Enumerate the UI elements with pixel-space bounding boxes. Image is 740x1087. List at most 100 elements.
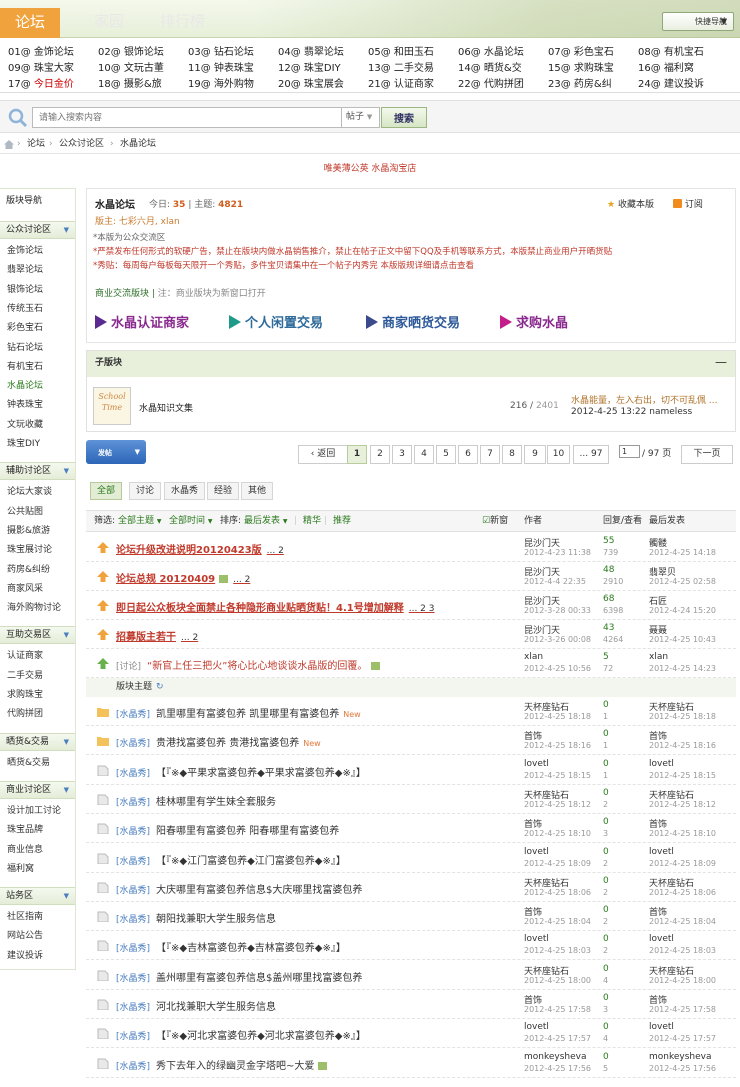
thread-title[interactable]: 论坛总规 20120409 ... 2 <box>116 570 250 585</box>
new-post-button[interactable]: 发帖 ▼ <box>86 440 146 464</box>
type-tab[interactable]: 水晶秀 <box>164 482 206 500</box>
thread-replies[interactable]: 48 <box>603 565 614 575</box>
recommend-filter[interactable]: 推荐 <box>333 511 351 531</box>
thread-replies[interactable]: 0 <box>603 729 609 739</box>
thread-author[interactable]: lovetl <box>524 847 549 857</box>
refresh-icon[interactable]: ↻ <box>156 682 164 692</box>
thread-title[interactable]: [水晶秀] 阳春哪里有富婆包养 阳春哪里有富婆包养 <box>116 822 339 837</box>
sidebar-item[interactable]: 金饰论坛 <box>7 243 43 256</box>
thread-author[interactable]: monkeysheva <box>524 1052 587 1062</box>
sidebar-item[interactable]: 摄影&旅游 <box>7 523 50 536</box>
forum-link[interactable]: 02@ 银饰论坛 <box>98 43 164 58</box>
thread-author[interactable]: lovetl <box>524 759 549 769</box>
sidebar-group-2[interactable]: 互助交易区 ▼ <box>0 626 75 645</box>
page-3[interactable]: 3 <box>392 445 412 464</box>
breadcrumb-forum[interactable]: 论坛 <box>27 136 45 153</box>
thread-replies[interactable]: 0 <box>603 1022 609 1032</box>
breadcrumb-public[interactable]: 公众讨论区 <box>59 136 104 153</box>
thread-title[interactable]: [水晶秀] 【『※◆江门富婆包养◆江门富婆包养◆※』】 <box>116 852 346 867</box>
page-1[interactable]: 1 <box>347 445 367 464</box>
sidebar-item[interactable]: 社区指南 <box>7 909 43 922</box>
filter-all-time[interactable]: 全部时间 ▼ <box>169 511 213 532</box>
forum-link[interactable]: 05@ 和田玉石 <box>368 43 434 58</box>
forum-link[interactable]: 14@ 晒货&交 <box>458 59 522 74</box>
page-9[interactable]: 9 <box>524 445 546 464</box>
tab-home[interactable]: 家园 <box>80 6 138 36</box>
forum-link[interactable]: 09@ 珠宝大家 <box>8 59 74 74</box>
sidebar-group-4[interactable]: 商业讨论区 ▼ <box>0 780 75 799</box>
sidebar-item[interactable]: 设计加工讨论 <box>7 803 61 816</box>
thread-replies[interactable]: 0 <box>603 817 609 827</box>
sidebar-item[interactable]: 福利窝 <box>7 861 34 874</box>
thread-replies[interactable]: 0 <box>603 934 609 944</box>
forum-link[interactable]: 20@ 珠宝展会 <box>278 75 344 90</box>
thread-pages[interactable]: ... 2 <box>233 575 250 585</box>
forum-link[interactable]: 08@ 有机宝石 <box>638 43 704 58</box>
merchant-show-link[interactable]: 商家晒货交易 <box>366 312 460 331</box>
thread-title[interactable]: [水晶秀] 盖州哪里有富婆包养信息$盖州哪里找富婆包养 <box>116 969 362 984</box>
forum-link[interactable]: 21@ 认证商家 <box>368 75 434 90</box>
thread-replies[interactable]: 0 <box>603 759 609 769</box>
sidebar-item[interactable]: 网站公告 <box>7 928 43 941</box>
type-tab[interactable]: 其他 <box>241 482 274 500</box>
sidebar-item[interactable]: 有机宝石 <box>7 359 43 372</box>
forum-link[interactable]: 15@ 求购珠宝 <box>548 59 614 74</box>
search-type-select[interactable]: 帖子 ▼ <box>342 107 380 128</box>
forum-link[interactable]: 12@ 珠宝DIY <box>278 59 341 74</box>
wanted-crystal-link[interactable]: 求购水晶 <box>500 312 568 331</box>
thread-title[interactable]: 即日起公众板块全面禁止各种隐形商业贴晒货贴！4.1号增加解释 ... 2 3 <box>116 599 434 614</box>
thread-title[interactable]: [水晶秀] 贵港找富婆包养 贵港找富婆包养 New <box>116 734 321 749</box>
thread-author[interactable]: lovetl <box>524 1022 549 1032</box>
thread-replies[interactable]: 68 <box>603 594 614 604</box>
forum-link[interactable]: 07@ 彩色宝石 <box>548 43 614 58</box>
sort-select[interactable]: 最后发表 ▼ <box>244 511 288 532</box>
thread-title[interactable]: [水晶秀] 桂林哪里有学生妹全套服务 <box>116 793 276 808</box>
collapse-icon[interactable]: — <box>715 350 727 374</box>
thread-replies[interactable]: 0 <box>603 876 609 886</box>
type-tab[interactable]: 经验 <box>207 482 240 500</box>
thread-title[interactable]: [水晶秀] 朝阳找兼职大学生服务信息 <box>116 910 276 925</box>
search-input[interactable] <box>32 107 342 128</box>
home-icon[interactable] <box>4 140 14 149</box>
sidebar-item[interactable]: 商家风采 <box>7 581 43 594</box>
sidebar-item[interactable]: 认证商家 <box>7 648 43 661</box>
forum-link-gold-price[interactable]: 17@ 今日金价 <box>8 75 74 90</box>
new-window-toggle[interactable]: ☑新窗 <box>482 511 508 531</box>
thread-title[interactable]: [水晶秀] 【『※◆平果求富婆包养◆平果求富婆包养◆※』】 <box>116 764 366 779</box>
sidebar-item[interactable]: 银饰论坛 <box>7 282 43 295</box>
page-6[interactable]: 6 <box>458 445 478 464</box>
thread-replies[interactable]: 0 <box>603 788 609 798</box>
page-10[interactable]: 10 <box>547 445 570 464</box>
thread-title[interactable]: [水晶秀] 河北找兼职大学生服务信息 <box>116 998 276 1013</box>
thread-title[interactable]: 招募版主若干 ... 2 <box>116 628 198 643</box>
thread-title[interactable]: [水晶秀] 凯里哪里有富婆包养 凯里哪里有富婆包养 New <box>116 705 361 720</box>
sidebar-item[interactable]: 建议投诉 <box>7 948 43 961</box>
sidebar-item[interactable]: 珠宝展讨论 <box>7 542 52 555</box>
prev-page-button[interactable]: ‹ 返回 <box>298 445 348 464</box>
personal-idle-link[interactable]: 个人闲置交易 <box>229 312 323 331</box>
page-4[interactable]: 4 <box>414 445 434 464</box>
sidebar-item[interactable]: 二手交易 <box>7 668 43 681</box>
filter-all-topics[interactable]: 全部主题 ▼ <box>118 511 162 532</box>
thread-last-user[interactable]: lovetl <box>649 847 674 857</box>
forum-link[interactable]: 24@ 建议投诉 <box>638 75 704 90</box>
next-page-button[interactable]: 下一页 <box>681 445 733 464</box>
breadcrumb-crystal[interactable]: 水晶论坛 <box>120 136 156 153</box>
thread-title[interactable]: 论坛升级改进说明20120423版 ... 2 <box>116 541 284 556</box>
forum-link[interactable]: 13@ 二手交易 <box>368 59 434 74</box>
thread-replies[interactable]: 0 <box>603 1052 609 1062</box>
page-last[interactable]: ... 97 <box>573 445 609 464</box>
promo-link[interactable]: 唯美薄公英 水晶淘宝店 <box>0 161 740 174</box>
page-input[interactable]: 1 <box>619 445 640 458</box>
sidebar-item[interactable]: 论坛大家谈 <box>7 484 52 497</box>
forum-rule-3[interactable]: *秀贴：每周每户每板每天限开一个秀贴，多件宝贝请集中在一个帖子内秀完 本版版规详… <box>93 259 474 271</box>
sidebar-group-0[interactable]: 公众讨论区 ▼ <box>0 221 75 239</box>
sidebar-item[interactable]: 文玩收藏 <box>7 417 43 430</box>
forum-link[interactable]: 16@ 福利窝 <box>638 59 694 74</box>
certified-merchant-link[interactable]: 水晶认证商家 <box>95 312 189 331</box>
page-7[interactable]: 7 <box>480 445 500 464</box>
thread-last-user[interactable]: monkeysheva <box>649 1052 712 1062</box>
sidebar-item[interactable]: 彩色宝石 <box>7 320 43 333</box>
forum-link[interactable]: 04@ 翡翠论坛 <box>278 43 344 58</box>
sidebar-group-1[interactable]: 辅助讨论区 ▼ <box>0 462 75 481</box>
